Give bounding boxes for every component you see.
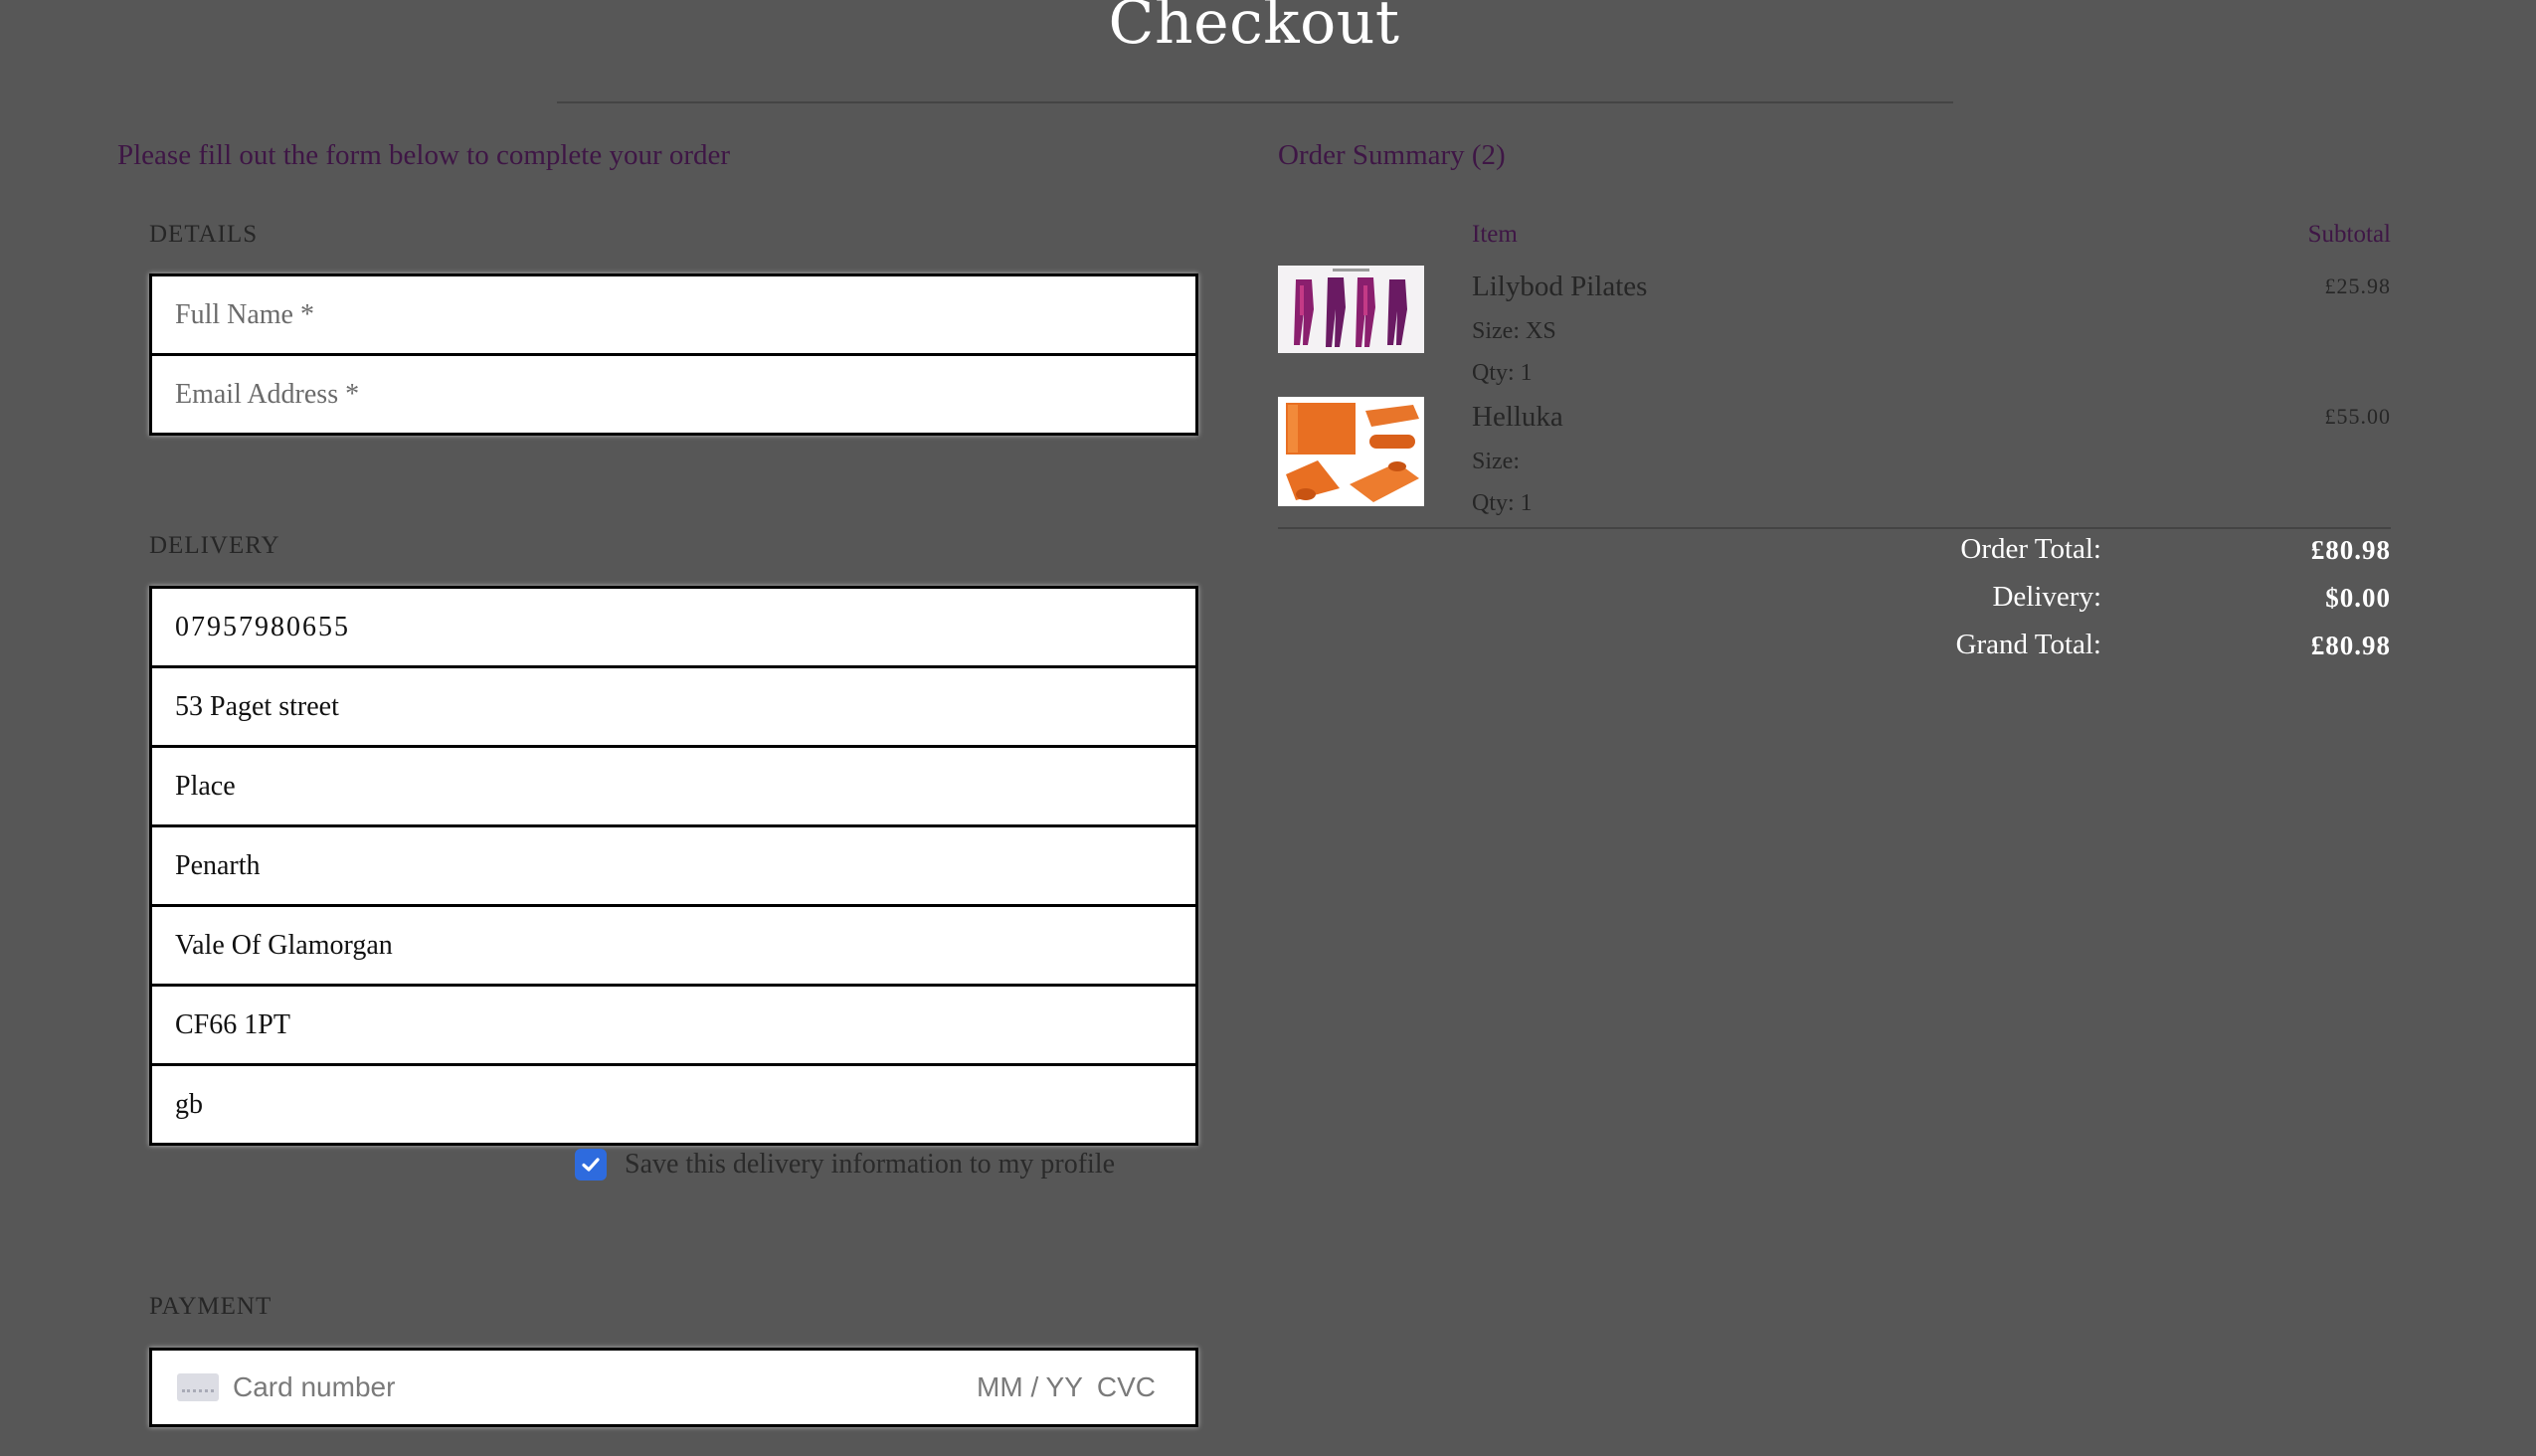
form-intro-text: Please fill out the form below to comple… <box>117 139 731 171</box>
order-item-subtotal: £25.98 <box>2324 273 2391 298</box>
grand-total-label: Grand Total: <box>1955 629 2101 660</box>
order-total-value: £80.98 <box>2310 535 2391 565</box>
delivery-cost-label: Delivery: <box>1992 581 2101 613</box>
item-column-header: Item <box>1472 221 1518 248</box>
delivery-section-label: DELIVERY <box>149 532 280 559</box>
card-number-input[interactable]: Card number <box>233 1371 977 1403</box>
checkmark-icon <box>582 1158 600 1172</box>
save-info-row: Save this delivery information to my pro… <box>575 1149 1115 1181</box>
order-item-size: Size: <box>1472 449 1520 474</box>
order-summary-heading: Order Summary (2) <box>1278 139 1506 171</box>
order-item-name: Lilybod Pilates <box>1472 271 1648 302</box>
payment-section-label: PAYMENT <box>149 1293 272 1320</box>
order-item-qty: Qty: 1 <box>1472 490 1533 516</box>
order-item-subtotal: £55.00 <box>2324 404 2391 429</box>
leggings-image <box>1278 266 1424 353</box>
order-item-size: Size: XS <box>1472 318 1556 344</box>
subtotal-column-header: Subtotal <box>2307 221 2391 248</box>
order-item-qty: Qty: 1 <box>1472 360 1533 386</box>
county-input[interactable]: Vale Of Glamorgan <box>152 907 1195 984</box>
phone-number-input[interactable]: 07957980655 <box>152 589 1195 665</box>
email-input[interactable]: Email Address * <box>152 356 1195 433</box>
cvc-input[interactable]: CVC <box>1097 1371 1156 1403</box>
full-name-input[interactable]: Full Name * <box>152 276 1195 353</box>
save-info-checkbox[interactable] <box>575 1149 607 1181</box>
postcode-input[interactable]: CF66 1PT <box>152 987 1195 1063</box>
country-input[interactable]: gb <box>152 1066 1195 1143</box>
street-address-2-input[interactable]: Place <box>152 748 1195 824</box>
title-divider <box>557 101 1953 103</box>
credit-card-icon <box>177 1373 219 1401</box>
street-address-1-input[interactable]: 53 Paget street <box>152 668 1195 745</box>
yoga-mat-image <box>1278 397 1424 506</box>
save-info-label[interactable]: Save this delivery information to my pro… <box>625 1149 1115 1181</box>
expiry-input[interactable]: MM / YY <box>977 1371 1083 1403</box>
order-total-label: Order Total: <box>1960 533 2101 565</box>
details-fieldset: Full Name * Email Address * <box>149 273 1198 436</box>
town-or-city-input[interactable]: Penarth <box>152 827 1195 904</box>
order-item-name: Helluka <box>1472 401 1563 433</box>
summary-divider <box>1278 527 2391 529</box>
grand-total-value: £80.98 <box>2310 631 2391 660</box>
delivery-fieldset: 07957980655 53 Paget street Place Penart… <box>149 586 1198 1146</box>
delivery-cost-value: $0.00 <box>2325 583 2391 613</box>
page-title: Checkout <box>1108 0 1400 58</box>
card-element[interactable]: Card number MM / YY CVC <box>149 1348 1198 1427</box>
details-section-label: DETAILS <box>149 221 259 248</box>
